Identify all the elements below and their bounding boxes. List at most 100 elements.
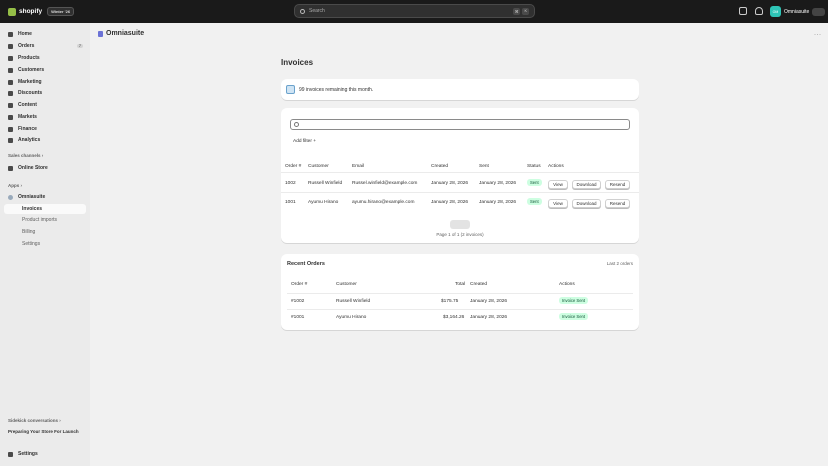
sidebar-item-content[interactable]: Content <box>4 100 86 110</box>
tag-icon <box>8 55 13 61</box>
view-button[interactable]: View <box>548 199 568 208</box>
order-number[interactable]: #1002 <box>291 299 304 304</box>
sales-channels-heading[interactable]: Sales channels › <box>8 153 43 158</box>
order-total: $175.75 <box>441 299 459 304</box>
globe-icon <box>8 114 13 120</box>
command-key: ⌘ <box>512 7 521 15</box>
sidebar-item-label: Online Store <box>18 165 48 171</box>
store-menu[interactable]: OM Omniasuite <box>770 4 826 19</box>
more-actions-icon[interactable]: ··· <box>814 32 822 38</box>
order-number[interactable]: #1001 <box>291 315 304 320</box>
col-header-order[interactable]: Order # <box>285 164 301 169</box>
sidebar-item-billing[interactable]: Billing <box>4 227 86 237</box>
info-icon <box>286 85 295 94</box>
search-input[interactable]: Search ⌘ K <box>294 4 535 18</box>
app-title: Omniasuite <box>106 30 145 37</box>
sidebar-item-omniasuite[interactable]: Omniasuite <box>4 192 86 202</box>
app-header: Omniasuite <box>98 30 144 37</box>
pagination-control[interactable] <box>450 220 470 229</box>
sidekick-label: Sidekick conversations <box>8 418 59 423</box>
home-icon <box>8 31 13 37</box>
inbox-icon[interactable] <box>739 7 747 15</box>
sidebar-item-app-settings[interactable]: Settings <box>4 239 86 249</box>
sidebar-item-label: Products <box>18 55 40 61</box>
sidebar-item-label: Orders <box>18 43 35 49</box>
col-header-actions: Actions <box>548 164 564 169</box>
customer-name: Ayumu Hirano <box>336 315 367 320</box>
download-button[interactable]: Download <box>572 180 601 189</box>
sidebar-item-home[interactable]: Home <box>4 29 86 39</box>
sidebar-item-discounts[interactable]: Discounts <box>4 88 86 98</box>
shopify-bag-icon <box>8 7 16 16</box>
sent-date: January 28, 2026 <box>479 181 517 186</box>
bell-icon[interactable] <box>755 7 763 15</box>
add-filter-button[interactable]: Add filter + <box>293 139 316 144</box>
sidebar-item-invoices[interactable]: Invoices <box>4 204 86 214</box>
target-icon <box>8 79 13 85</box>
recent-orders-count: Last 2 orders <box>606 261 633 266</box>
brand-name: shopify <box>19 8 43 15</box>
sidebar-item-label: Invoices <box>22 206 43 212</box>
gear-icon <box>8 451 13 457</box>
row-divider <box>281 192 639 193</box>
banner-text: 99 invoices remaining this month. <box>299 86 374 93</box>
col-header-status[interactable]: Status <box>527 164 541 169</box>
sidebar-item-label: Home <box>18 31 32 37</box>
store-toggle <box>812 7 826 16</box>
sidebar-item-product-imports[interactable]: Product imports <box>4 215 86 225</box>
apps-heading[interactable]: Apps › <box>8 183 22 188</box>
sidebar-item-online-store[interactable]: Online Store <box>4 163 86 173</box>
sidebar: Home Orders 7 Products Customers Marketin… <box>0 23 90 466</box>
resend-button[interactable]: Resend <box>605 180 630 189</box>
download-button[interactable]: Download <box>572 199 601 208</box>
resend-button[interactable]: Resend <box>605 199 630 208</box>
discount-icon <box>8 90 13 96</box>
invoice-quota-banner: 99 invoices remaining this month. <box>281 79 639 100</box>
search-shortcut: ⌘ K <box>512 7 529 15</box>
sidebar-item-settings[interactable]: Settings <box>4 449 86 459</box>
customer-email: Russel.winfield@example.com <box>352 181 418 186</box>
col-header-order: Order # <box>291 282 308 287</box>
invoice-sent-badge: Invoice Sent <box>559 313 589 320</box>
customer-name: Russell Winfield <box>336 299 371 304</box>
sidebar-item-label: Omniasuite <box>18 194 46 200</box>
sidebar-item-orders[interactable]: Orders 7 <box>4 41 86 51</box>
bank-icon <box>8 126 13 132</box>
app-logo-icon <box>98 30 103 37</box>
col-header-created[interactable]: Created <box>431 164 448 169</box>
view-button[interactable]: View <box>548 180 568 189</box>
sidebar-item-label: Analytics <box>18 137 41 143</box>
shopify-logo[interactable]: shopify Winter '26 <box>8 7 75 16</box>
invoices-card: Add filter + Order # Customer Email Crea… <box>281 108 639 243</box>
created-date: January 28, 2026 <box>470 315 508 320</box>
sidebar-item-products[interactable]: Products <box>4 53 86 63</box>
created-date: January 28, 2026 <box>431 200 469 205</box>
col-header-customer: Customer <box>336 282 357 287</box>
col-header-sent[interactable]: Sent <box>479 164 489 169</box>
sidekick-conversation-item[interactable]: Preparing Your Store For Launch <box>8 429 79 434</box>
sidebar-item-markets[interactable]: Markets <box>4 112 86 122</box>
order-number: 1001 <box>285 200 296 205</box>
customer-email: ayumu.hirano@example.com <box>352 200 415 205</box>
sales-channels-label: Sales channels <box>8 153 41 158</box>
order-number: 1002 <box>285 181 296 186</box>
k-key: K <box>522 7 529 15</box>
sidekick-heading[interactable]: Sidekick conversations › <box>8 418 61 423</box>
col-header-actions: Actions <box>559 282 575 287</box>
sidebar-item-finance[interactable]: Finance <box>4 124 86 134</box>
invoice-search-input[interactable] <box>290 119 630 130</box>
sidebar-item-label: Discounts <box>18 90 43 96</box>
sent-date: January 28, 2026 <box>479 200 517 205</box>
sidebar-item-customers[interactable]: Customers <box>4 65 86 75</box>
sidebar-item-label: Settings <box>18 451 38 457</box>
sidebar-item-analytics[interactable]: Analytics <box>4 135 86 145</box>
table-divider <box>287 293 633 294</box>
sidebar-item-marketing[interactable]: Marketing <box>4 77 86 87</box>
store-name: Omniasuite <box>784 8 810 15</box>
col-header-email[interactable]: Email <box>352 164 364 169</box>
sidebar-item-label: Finance <box>18 126 37 132</box>
search-placeholder: Search <box>309 8 325 14</box>
orders-count-badge: 7 <box>76 44 83 48</box>
sidebar-item-label: Marketing <box>18 79 42 85</box>
col-header-customer[interactable]: Customer <box>308 164 329 169</box>
